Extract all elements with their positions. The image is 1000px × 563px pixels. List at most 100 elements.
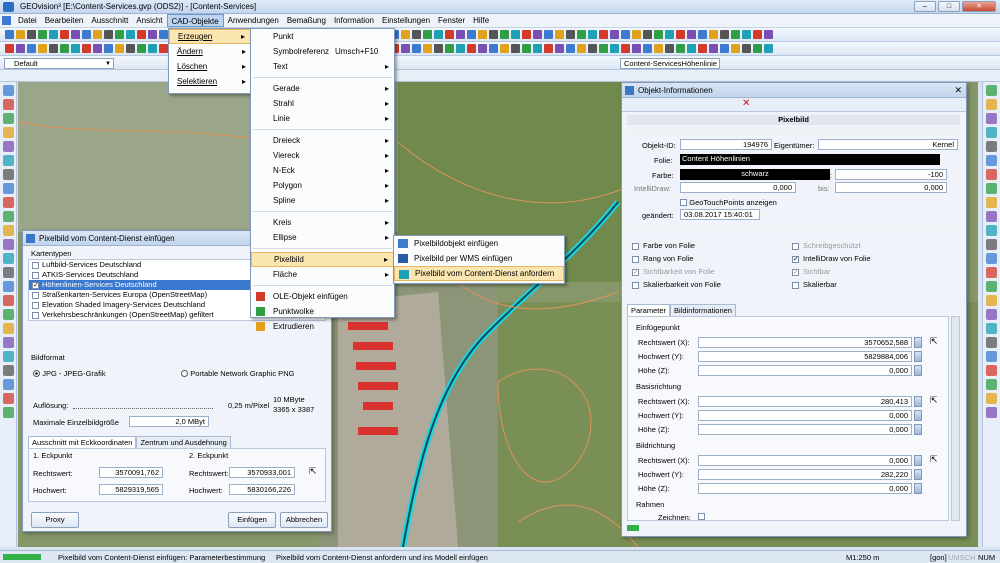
param-input[interactable]: 280,413 bbox=[698, 396, 912, 407]
param-input[interactable]: 0,000 bbox=[698, 455, 912, 466]
tool-icon[interactable] bbox=[148, 44, 157, 53]
tool-icon[interactable] bbox=[731, 30, 740, 39]
tool-icon[interactable] bbox=[3, 407, 14, 418]
tool-icon[interactable] bbox=[3, 155, 14, 166]
tool-icon[interactable] bbox=[986, 127, 997, 138]
tool-icon[interactable] bbox=[533, 44, 542, 53]
tool-icon[interactable] bbox=[3, 225, 14, 236]
tool-icon[interactable] bbox=[434, 44, 443, 53]
menu-10[interactable]: Hilfe bbox=[469, 14, 493, 27]
size-input[interactable]: 2,0 MByt bbox=[129, 416, 209, 427]
cad-menu-item[interactable]: Selektieren ▸ bbox=[169, 74, 251, 89]
tool-icon[interactable] bbox=[3, 169, 14, 180]
tool-icon[interactable] bbox=[60, 44, 69, 53]
tool-icon[interactable] bbox=[742, 44, 751, 53]
pick-point-icon[interactable]: ⇱ bbox=[930, 395, 938, 406]
tool-icon[interactable] bbox=[764, 44, 773, 53]
tool-icon[interactable] bbox=[93, 44, 102, 53]
property-checkbox[interactable]: Skalierbar bbox=[792, 280, 837, 289]
tool-icon[interactable] bbox=[764, 30, 773, 39]
tool-icon[interactable] bbox=[709, 44, 718, 53]
tool-icon[interactable] bbox=[489, 44, 498, 53]
tool-icon[interactable] bbox=[676, 44, 685, 53]
tool-icon[interactable] bbox=[731, 44, 740, 53]
tool-icon[interactable] bbox=[60, 30, 69, 39]
tool-icon[interactable] bbox=[3, 323, 14, 334]
tool-icon[interactable] bbox=[3, 309, 14, 320]
param-input[interactable]: 0,000 bbox=[698, 410, 912, 421]
tool-icon[interactable] bbox=[610, 44, 619, 53]
tool-icon[interactable] bbox=[115, 44, 124, 53]
folie-field[interactable]: Content Höhenlinien bbox=[680, 154, 940, 165]
tool-icon[interactable] bbox=[27, 30, 36, 39]
tool-icon[interactable] bbox=[456, 44, 465, 53]
tool-icon[interactable] bbox=[159, 30, 168, 39]
tool-icon[interactable] bbox=[27, 44, 36, 53]
property-checkbox[interactable]: ✓ Sichtbarkeit von Folie bbox=[632, 267, 715, 276]
tool-icon[interactable] bbox=[3, 351, 14, 362]
tool-icon[interactable] bbox=[522, 30, 531, 39]
draw-checkbox[interactable] bbox=[698, 513, 705, 520]
property-checkbox[interactable]: ✓ Sichtbar bbox=[792, 267, 831, 276]
property-checkbox[interactable]: Farbe von Folie bbox=[632, 241, 695, 250]
c2-hw-input[interactable]: 5830166,226 bbox=[229, 484, 295, 495]
tool-icon[interactable] bbox=[500, 44, 509, 53]
farbe-field[interactable]: schwarz bbox=[680, 169, 830, 180]
pick-point-icon[interactable]: ⇱ bbox=[930, 336, 938, 347]
create-menu-item[interactable]: Linie ▸ bbox=[251, 111, 394, 126]
proxy-button[interactable]: Proxy bbox=[31, 512, 79, 528]
tool-icon[interactable] bbox=[643, 44, 652, 53]
tool-icon[interactable] bbox=[654, 44, 663, 53]
params-scrollbar[interactable] bbox=[951, 316, 960, 521]
tool-icon[interactable] bbox=[986, 99, 997, 110]
tab-parameter[interactable]: Parameter bbox=[627, 304, 671, 316]
tool-icon[interactable] bbox=[423, 44, 432, 53]
section-collapse[interactable] bbox=[627, 127, 960, 135]
param-input[interactable]: 5829884,006 bbox=[698, 351, 912, 362]
spin-button[interactable] bbox=[914, 351, 922, 362]
tool-icon[interactable] bbox=[3, 127, 14, 138]
cad-menu-item[interactable]: Ändern ▸ bbox=[169, 44, 251, 59]
radio-jpg[interactable]: JPG - JPEG-Grafik bbox=[33, 369, 106, 378]
layer-dropdown[interactable]: Default ▼ bbox=[4, 58, 114, 69]
pick-point-icon[interactable]: ⇱ bbox=[930, 454, 938, 465]
menu-8[interactable]: Einstellungen bbox=[378, 14, 434, 27]
delete-icon[interactable]: ✕ bbox=[742, 98, 750, 109]
menu-4[interactable]: CAD-Objekte bbox=[166, 14, 224, 27]
tool-icon[interactable] bbox=[610, 30, 619, 39]
spin-button[interactable] bbox=[914, 365, 922, 376]
tool-icon[interactable] bbox=[38, 44, 47, 53]
tool-icon[interactable] bbox=[71, 30, 80, 39]
tool-icon[interactable] bbox=[566, 44, 575, 53]
param-input[interactable]: 3570652,588 bbox=[698, 337, 912, 348]
tool-icon[interactable] bbox=[676, 30, 685, 39]
tool-icon[interactable] bbox=[621, 30, 630, 39]
create-menu-item[interactable]: Punktwolke bbox=[251, 304, 394, 319]
tool-icon[interactable] bbox=[71, 44, 80, 53]
create-menu-item[interactable]: Extrudieren bbox=[251, 319, 394, 334]
tool-icon[interactable] bbox=[986, 239, 997, 250]
tool-icon[interactable] bbox=[720, 30, 729, 39]
spin-button[interactable] bbox=[914, 424, 922, 435]
tool-icon[interactable] bbox=[577, 44, 586, 53]
create-menu-item[interactable]: Viereck ▸ bbox=[251, 148, 394, 163]
tool-icon[interactable] bbox=[588, 44, 597, 53]
tool-icon[interactable] bbox=[533, 30, 542, 39]
tool-icon[interactable] bbox=[555, 30, 564, 39]
tool-icon[interactable] bbox=[3, 239, 14, 250]
tool-icon[interactable] bbox=[445, 30, 454, 39]
tool-icon[interactable] bbox=[489, 30, 498, 39]
tool-icon[interactable] bbox=[986, 253, 997, 264]
property-checkbox[interactable]: ✓ IntelliDraw von Folie bbox=[792, 254, 871, 263]
create-menu-item[interactable]: Polygon ▸ bbox=[251, 178, 394, 193]
tool-icon[interactable] bbox=[49, 30, 58, 39]
tool-icon[interactable] bbox=[3, 295, 14, 306]
tool-icon[interactable] bbox=[698, 44, 707, 53]
tool-icon[interactable] bbox=[3, 253, 14, 264]
tool-icon[interactable] bbox=[104, 30, 113, 39]
tool-icon[interactable] bbox=[3, 379, 14, 390]
tool-icon[interactable] bbox=[986, 337, 997, 348]
property-checkbox[interactable]: Schreibgeschützt bbox=[792, 241, 861, 250]
create-menu-item[interactable]: Text ▸ bbox=[251, 59, 394, 74]
c1-hw-input[interactable]: 5829319,565 bbox=[99, 484, 163, 495]
